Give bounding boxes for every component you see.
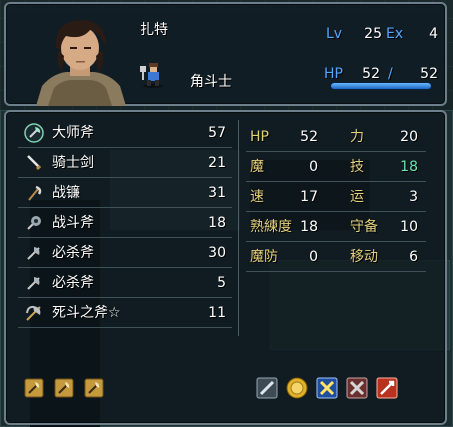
inventory-row-divider — [18, 177, 232, 178]
inventory-item-uses: 11 — [208, 305, 226, 321]
master-axe-icon — [24, 123, 44, 143]
inventory-row-divider — [18, 327, 232, 328]
unit-name: 扎特 — [140, 22, 168, 38]
stat-value: 0 — [309, 249, 318, 265]
inventory-item-name[interactable]: 骑士剑 — [52, 154, 94, 172]
inventory-item-name[interactable]: 死斗之斧☆ — [52, 304, 121, 322]
stat-value: 6 — [409, 249, 418, 265]
inventory-item-uses: 18 — [208, 215, 226, 231]
stat-label: 魔防 — [250, 249, 278, 265]
stat-value: 17 — [300, 189, 318, 205]
inventory-item-uses: 21 — [208, 155, 226, 171]
axe-rank-icon[interactable] — [54, 378, 74, 398]
stat-row-divider — [246, 181, 426, 182]
unit-class: 角斗士 — [190, 74, 232, 90]
hp-current: 52 — [362, 66, 380, 82]
panel-divider — [238, 120, 239, 336]
stat-value: 18 — [400, 159, 418, 175]
hp-bar — [330, 82, 432, 90]
crossed-swords-gray-icon[interactable] — [346, 377, 368, 399]
stat-value: 3 — [409, 189, 418, 205]
stat-label: 力 — [350, 129, 364, 145]
inventory-item-name[interactable]: 必杀斧 — [52, 274, 94, 292]
stat-label: HP — [250, 129, 269, 145]
killer-axe-icon — [24, 243, 44, 263]
unit-portrait — [32, 10, 128, 106]
inventory-item-uses: 31 — [208, 185, 226, 201]
inventory-row-divider — [18, 207, 232, 208]
crossed-swords-icon[interactable] — [316, 377, 338, 399]
exp-label: Ex — [386, 26, 404, 42]
axe-rank-icon[interactable] — [24, 378, 44, 398]
stat-value: 0 — [309, 159, 318, 175]
stat-label: 运 — [350, 189, 364, 205]
stat-row-divider — [246, 151, 426, 152]
gold-badge-icon[interactable] — [286, 377, 308, 399]
inventory-row-divider — [18, 267, 232, 268]
stat-label: 技 — [350, 159, 364, 175]
unit-header-panel: 扎特 角斗士 Lv 25 Ex 4 HP 52 / 52 — [4, 2, 447, 106]
stat-row-divider — [246, 211, 426, 212]
stat-label: 速 — [250, 189, 264, 205]
arrow-burst-icon[interactable] — [376, 377, 398, 399]
inventory-item-name[interactable]: 战镰 — [52, 184, 80, 202]
stat-label: 魔 — [250, 159, 264, 175]
sword-icon — [24, 153, 44, 173]
inventory-item-uses: 5 — [217, 275, 226, 291]
stat-label: 守备 — [350, 219, 378, 235]
hp-bar-fill — [331, 83, 431, 89]
sword-skill-icon[interactable] — [256, 377, 278, 399]
hp-max: 52 — [420, 66, 438, 82]
inventory-item-uses: 30 — [208, 245, 226, 261]
battle-axe-icon — [24, 213, 44, 233]
inventory-row-divider — [18, 297, 232, 298]
inventory-item-uses: 57 — [208, 125, 226, 141]
stat-row-divider — [246, 241, 426, 242]
killer-axe-icon — [24, 273, 44, 293]
inventory-item-name[interactable]: 大师斧 — [52, 124, 94, 142]
inventory-row-divider — [18, 237, 232, 238]
inventory-item-name[interactable]: 战斗斧 — [52, 214, 94, 232]
hp-separator: / — [388, 66, 393, 82]
level-label: Lv — [326, 26, 343, 42]
stat-row-divider — [246, 271, 426, 272]
axe-rank-icon[interactable] — [84, 378, 104, 398]
stat-label: 移动 — [350, 249, 378, 265]
death-axe-icon — [24, 303, 44, 323]
stat-value: 10 — [400, 219, 418, 235]
stat-value: 20 — [400, 129, 418, 145]
unit-detail-panel: 大师斧 57 骑士剑 21 战镰 31 战斗斧 18 必杀斧 30 必杀斧 5 死斗之斧☆ 11 HP 52… — [4, 110, 447, 425]
exp-value: 4 — [429, 26, 438, 42]
scythe-icon — [24, 183, 44, 203]
level-value: 25 — [364, 26, 382, 42]
inventory-row-divider — [18, 147, 232, 148]
stat-value: 52 — [300, 129, 318, 145]
hp-label: HP — [324, 66, 343, 82]
unit-map-sprite-icon — [140, 60, 166, 88]
stat-value: 18 — [300, 219, 318, 235]
inventory-item-name[interactable]: 必杀斧 — [52, 244, 94, 262]
